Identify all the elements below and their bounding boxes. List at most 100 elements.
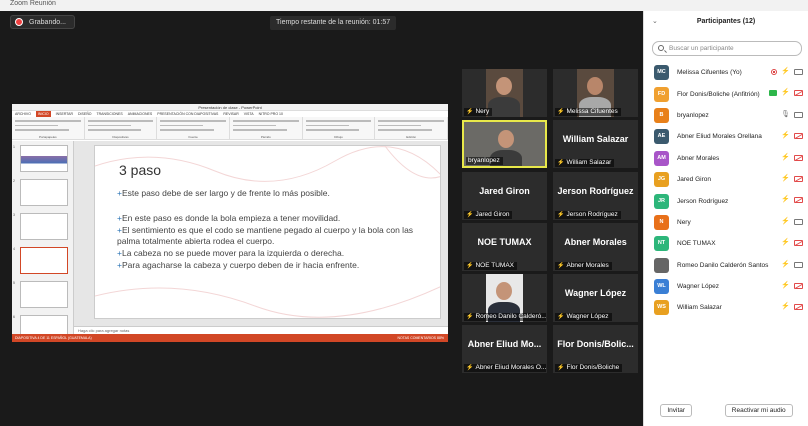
mic-muted-icon: ⚡ bbox=[781, 68, 790, 75]
tile-display-name: Abner Morales bbox=[564, 237, 627, 247]
tile-display-name: Jared Giron bbox=[479, 186, 530, 196]
person-head bbox=[587, 77, 603, 95]
mic-muted-icon: ⚡ bbox=[781, 281, 790, 289]
participant-row[interactable]: AM Abner Morales ⚡ bbox=[644, 148, 808, 169]
video-tile[interactable]: William Salazar ⚡ William Salazar bbox=[553, 120, 638, 168]
mic-muted-icon: ⚡ bbox=[781, 153, 790, 161]
tile-name-text: Nery bbox=[475, 108, 490, 115]
ribbon-group: Párrafo bbox=[230, 117, 303, 139]
mic-muted-icon: ⚡ bbox=[557, 365, 565, 371]
mic-muted-icon: ⚡ bbox=[557, 160, 565, 166]
mic-muted-icon: ⚡ bbox=[557, 314, 565, 320]
unmute-button[interactable]: Reactivar mi audio bbox=[724, 404, 793, 417]
mic-muted-icon: ⚡ bbox=[781, 303, 790, 311]
video-tile[interactable]: ⚡ Romeo Danilo Calderó... bbox=[462, 274, 547, 322]
tile-name-label: ⚡ Romeo Danilo Calderó... bbox=[464, 313, 546, 321]
participant-row[interactable]: Romeo Danilo Calderón Santos ⚡ bbox=[644, 255, 808, 276]
participant-row[interactable]: WL Wagner López ⚡ bbox=[644, 276, 808, 297]
participant-row[interactable]: N Nery ⚡ bbox=[644, 212, 808, 233]
camera-off-icon bbox=[794, 282, 803, 289]
status-left: DIAPOSITIVA 4 DE 11 ESPAÑOL (GUATEMALA) bbox=[15, 336, 92, 340]
slide-thumbnail[interactable] bbox=[20, 213, 68, 240]
participant-row[interactable]: JR Jerson Rodríguez ⚡ bbox=[644, 190, 808, 211]
tile-display-name: Jerson Rodríguez bbox=[557, 186, 634, 196]
avatar: WL bbox=[654, 279, 669, 295]
slide-thumbnail[interactable] bbox=[20, 145, 68, 172]
video-tile[interactable]: Jared Giron ⚡ Jared Giron bbox=[462, 172, 547, 220]
mic-muted-icon: ⚡ bbox=[466, 212, 474, 218]
avatar: AE bbox=[654, 129, 669, 145]
participant-name: Flor Donis/Boliche (Anfitrión) bbox=[677, 90, 760, 98]
video-tile[interactable]: NOE TUMAX ⚡ NOE TUMAX bbox=[462, 223, 547, 271]
thumbnail-number: 2 bbox=[13, 179, 15, 183]
screen-share-icon bbox=[769, 90, 778, 97]
mic-muted-icon: ⚡ bbox=[466, 314, 474, 320]
participant-row[interactable]: FD Flor Donis/Boliche (Anfitrión) ⚡ bbox=[644, 83, 808, 104]
participant-status-icons: ⚡ bbox=[781, 261, 803, 269]
recording-indicator[interactable]: Grabando... bbox=[10, 15, 75, 29]
person-head bbox=[496, 77, 512, 95]
participant-name: bryanlopez bbox=[677, 111, 709, 119]
ribbon-group-label: Portapapeles bbox=[38, 135, 57, 139]
tile-name-text: Jared Giron bbox=[475, 211, 510, 218]
slide-bullets: +Este paso debe de ser largo y de frente… bbox=[117, 188, 417, 272]
participant-row[interactable]: MC Melissa Cifuentes (Yo) ⚡ bbox=[644, 62, 808, 83]
mic-muted-icon: ⚡ bbox=[557, 212, 565, 218]
search-placeholder: Buscar un participante bbox=[669, 45, 734, 52]
video-tile[interactable]: Wagner López ⚡ Wagner López bbox=[553, 274, 638, 322]
ribbon-group-label: Fuente bbox=[188, 135, 198, 139]
pp-body: 1 2 3 4 5 6 3 paso +Este paso debe de ser lar… bbox=[12, 141, 448, 342]
slide-thumbnail[interactable] bbox=[20, 247, 68, 274]
avatar: FD bbox=[654, 86, 669, 102]
tile-display-name: Abner Eliud Mo... bbox=[467, 339, 542, 349]
video-tile[interactable]: bryanlopez bbox=[462, 120, 547, 168]
camera-off-icon bbox=[794, 154, 803, 161]
participant-name: Abner Morales bbox=[677, 154, 720, 162]
participant-status-icons: ⚡ bbox=[781, 282, 803, 290]
bullet-item: +El sentimiento es que el codo se mantie… bbox=[117, 225, 414, 246]
bullet-item: +Para agacharse la cabeza y cuerpo deben… bbox=[117, 260, 360, 270]
panel-footer: Invitar Reactivar mi audio bbox=[644, 404, 808, 417]
slide-thumbnail[interactable] bbox=[20, 281, 68, 308]
camera-off-icon bbox=[794, 175, 803, 182]
tile-name-label: bryanlopez bbox=[466, 157, 503, 165]
participant-search-input[interactable]: Buscar un participante bbox=[652, 41, 802, 56]
mic-muted-icon: ⚡ bbox=[781, 89, 790, 97]
ribbon-group: Fuente bbox=[157, 117, 231, 139]
participant-name: Jared Giron bbox=[677, 176, 711, 184]
tile-name-text: Abner Eliud Morales O... bbox=[475, 364, 546, 371]
chevron-down-icon[interactable]: ⌄ bbox=[652, 11, 658, 33]
tile-name-label: ⚡ Nery bbox=[464, 108, 493, 116]
video-tile[interactable]: ⚡ Melissa Cifuentes bbox=[553, 69, 638, 117]
participant-status-icons: ⚡ bbox=[781, 175, 803, 183]
participant-row[interactable]: AE Abner Eliud Morales Orellana ⚡ bbox=[644, 126, 808, 147]
mic-muted-icon: ⚡ bbox=[781, 239, 790, 247]
invite-button[interactable]: Invitar bbox=[660, 404, 693, 417]
meeting-timer: Tiempo restante de la reunión: 01:57 bbox=[270, 16, 397, 30]
participant-row[interactable]: JG Jared Giron ⚡ bbox=[644, 169, 808, 190]
slide-thumbnail[interactable] bbox=[20, 179, 68, 206]
participant-status-icons: ⚡ bbox=[781, 154, 803, 162]
participant-row[interactable]: WS William Salazar ⚡ bbox=[644, 297, 808, 318]
bullet-item: +En este paso es donde la bola empieza a… bbox=[117, 213, 341, 223]
pp-ribbon: Portapapeles Diapositivas Fuente Párrafo Dib… bbox=[12, 117, 448, 140]
participant-name: Abner Eliud Morales Orellana bbox=[677, 133, 762, 141]
thumbnail-number: 3 bbox=[13, 213, 15, 217]
video-tile[interactable]: Abner Morales ⚡ Abner Morales bbox=[553, 223, 638, 271]
participant-row[interactable]: NT NOE TUMAX ⚡ bbox=[644, 233, 808, 254]
notes-pane[interactable]: Haga clic para agregar notas bbox=[74, 326, 448, 334]
mic-muted-icon: ⚡ bbox=[466, 365, 474, 371]
avatar: AM bbox=[654, 150, 669, 166]
tile-name-label: ⚡ Wagner López bbox=[555, 313, 612, 321]
thumbnail-number: 5 bbox=[13, 281, 15, 285]
video-tile[interactable]: Flor Donis/Bolic... ⚡ Flor Donis/Boliche bbox=[553, 325, 638, 373]
panel-header: ⌄ Participantes (12) bbox=[644, 11, 808, 33]
mic-muted-icon: ⚡ bbox=[781, 174, 790, 182]
video-tile[interactable]: ⚡ Nery bbox=[462, 69, 547, 117]
tile-display-name: Flor Donis/Bolic... bbox=[557, 339, 634, 349]
participant-status-icons: 🎙 bbox=[781, 111, 803, 119]
status-right: NOTAS COMENTARIOS 88% bbox=[397, 336, 444, 340]
participant-row[interactable]: Bbryanlopez 🎙 bbox=[644, 105, 808, 126]
video-tile[interactable]: Abner Eliud Mo... ⚡ Abner Eliud Morales O.… bbox=[462, 325, 547, 373]
video-tile[interactable]: Jerson Rodríguez ⚡ Jerson Rodríguez bbox=[553, 172, 638, 220]
